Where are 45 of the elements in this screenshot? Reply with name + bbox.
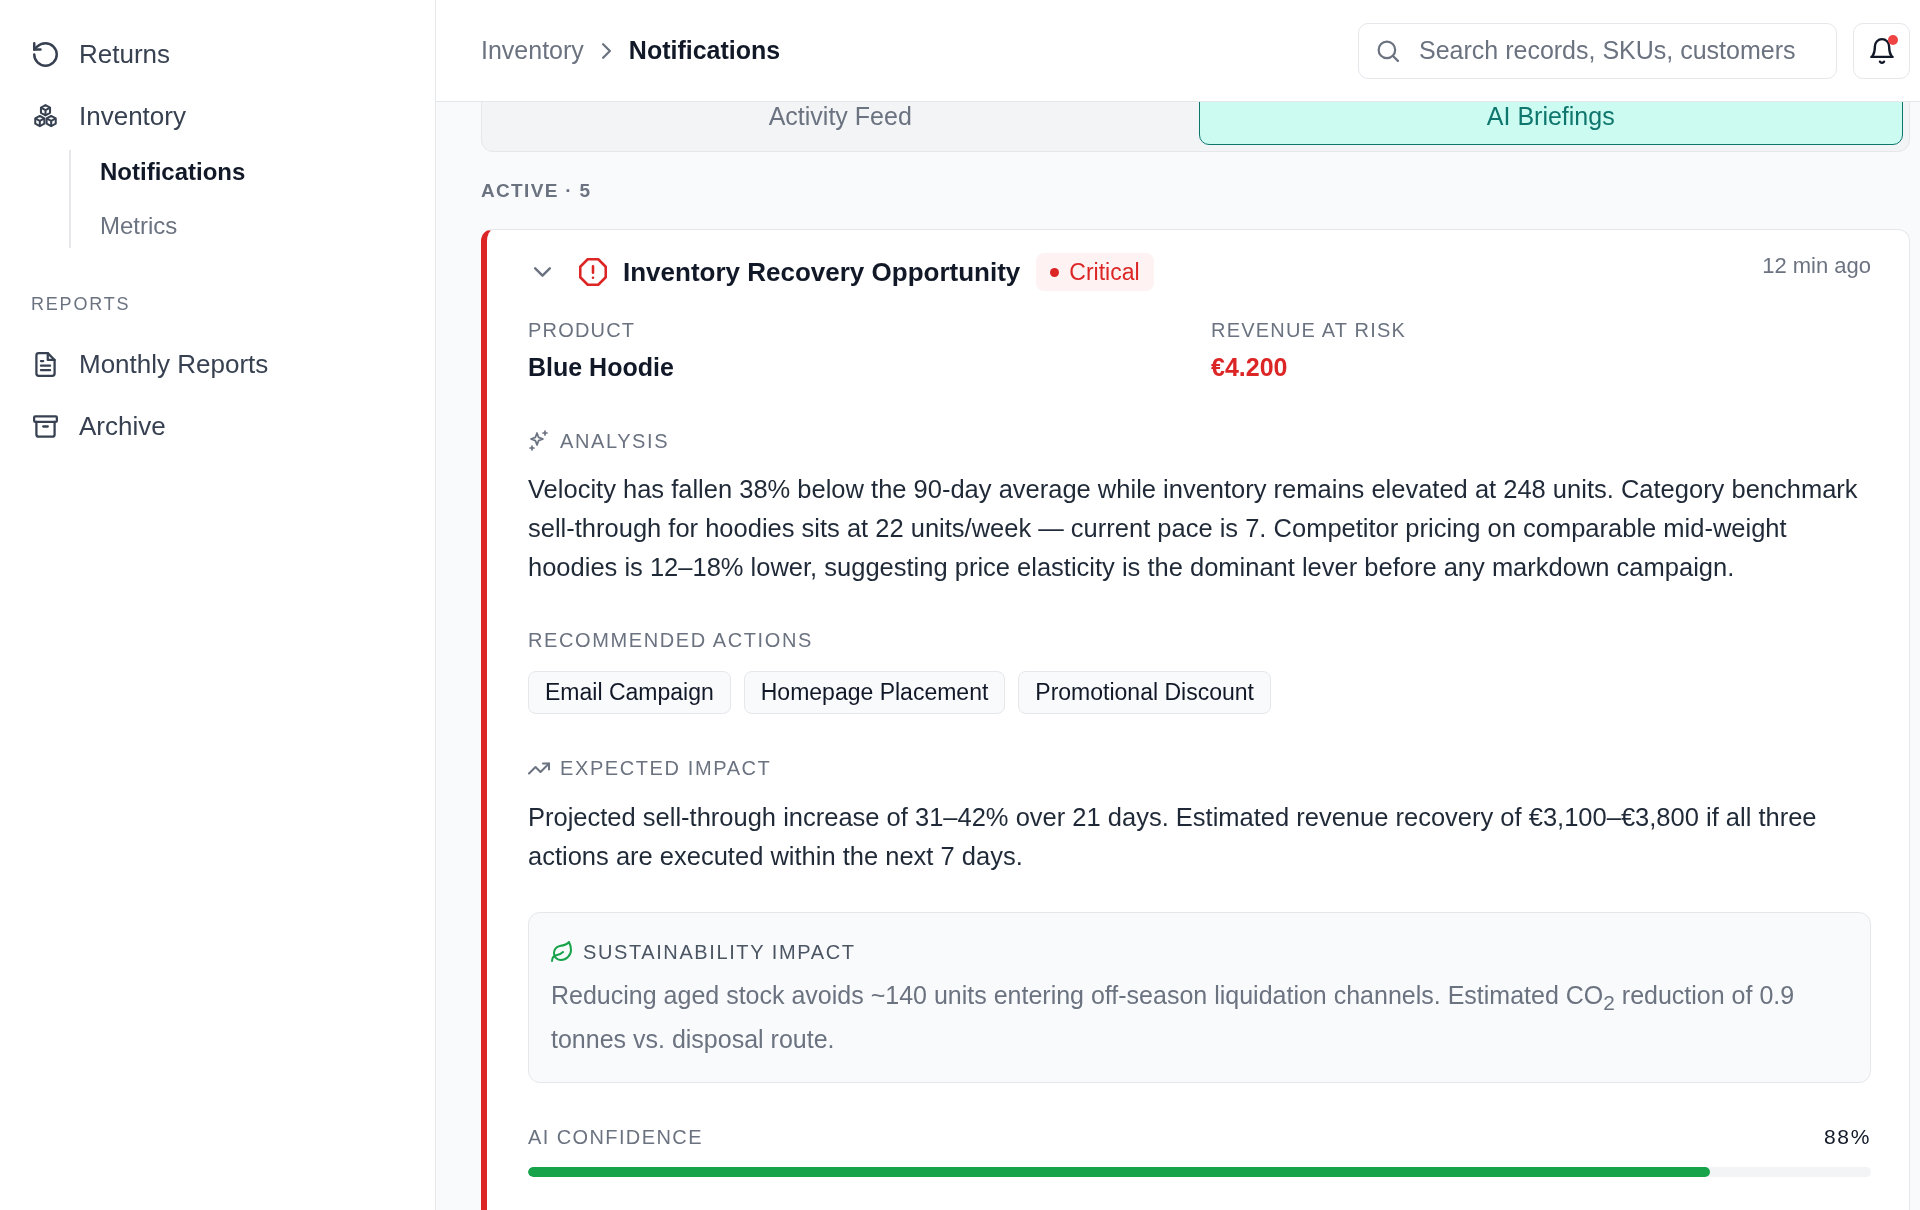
action-chip[interactable]: Email Campaign [528, 671, 731, 714]
confidence-label: AI CONFIDENCE [528, 1125, 703, 1149]
leaf-icon [551, 941, 573, 963]
nav-item[interactable]: Archive [18, 402, 417, 450]
circular-arrow-icon [33, 41, 58, 67]
section-heading: RECOMMENDED ACTIONS [528, 628, 813, 652]
field-label: PRODUCT [528, 319, 637, 341]
sparkles-icon [528, 430, 550, 452]
nav-subitem[interactable]: Metrics [71, 204, 190, 248]
severity-label: Critical [1069, 258, 1140, 286]
timestamp: 12 min ago [1762, 252, 1871, 280]
document-icon [33, 351, 58, 377]
card-title: Inventory Recovery Opportunity [623, 256, 1021, 288]
action-chip[interactable]: Homepage Placement [743, 671, 1006, 714]
nav-subitem[interactable]: Notifications [71, 150, 258, 194]
exclamation-octagon-icon [579, 258, 607, 286]
breadcrumb-current: Notifications [628, 36, 781, 65]
cubes-icon [33, 103, 58, 129]
field-value: €4.200 [1211, 352, 1289, 382]
archive-box-icon [33, 413, 58, 439]
section-heading: ANALYSIS [560, 429, 670, 453]
list-heading: ACTIVE · 5 [481, 179, 593, 203]
section-heading: REPORTS [31, 293, 132, 316]
action-chip[interactable]: Promotional Discount [1018, 671, 1271, 714]
analysis-text: Velocity has fallen 38% below the 90-day average while inventory remains elevated at 248 units. Category benchmark sell-through for hoodies sits at 22 units/week — current pace is 7. Competitor pricing on comparable mid-weight hoodies is 12–18% lower, suggesting price elasticity is the dominant lever before any markdown campaign. [528, 474, 1859, 583]
notifications-button[interactable] [1853, 22, 1910, 79]
confidence-value: 88% [1823, 1125, 1871, 1149]
section-heading: EXPECTED IMPACT [560, 756, 772, 780]
nav-item[interactable]: Returns [18, 30, 417, 78]
section-heading: SUSTAINABILITY IMPACT [583, 940, 856, 964]
severity-dot-icon [1050, 267, 1060, 277]
nav-item[interactable]: Inventory [18, 92, 417, 140]
impact-text: Projected sell-through increase of 31–42% over 21 days. Estimated revenue recovery of €3,100–€3,800 if all three actions are executed within the next 7 days. [528, 802, 1818, 872]
search-icon [1377, 39, 1399, 62]
bell-icon [1869, 37, 1894, 64]
chevron-down-icon [533, 267, 551, 277]
breadcrumb-link[interactable]: Inventory [481, 36, 584, 65]
field-label: REVENUE AT RISK [1211, 319, 1408, 341]
sustainability-text: Reducing aged stock avoids ~140 units entering off-season liquidation channels. Estimated CO$_{2}$ reduction of 0.9 tonnes vs. disposal route. [551, 980, 1796, 1055]
search-field[interactable]: Search records, SKUs, customers [1358, 22, 1837, 79]
tab[interactable]: AI Briefings [1198, 102, 1903, 145]
field-value: Blue Hoodie [528, 352, 675, 382]
chevron-right-icon [601, 42, 611, 59]
nav-item[interactable]: Monthly Reports [18, 340, 417, 388]
tab[interactable]: Activity Feed [488, 102, 1193, 145]
